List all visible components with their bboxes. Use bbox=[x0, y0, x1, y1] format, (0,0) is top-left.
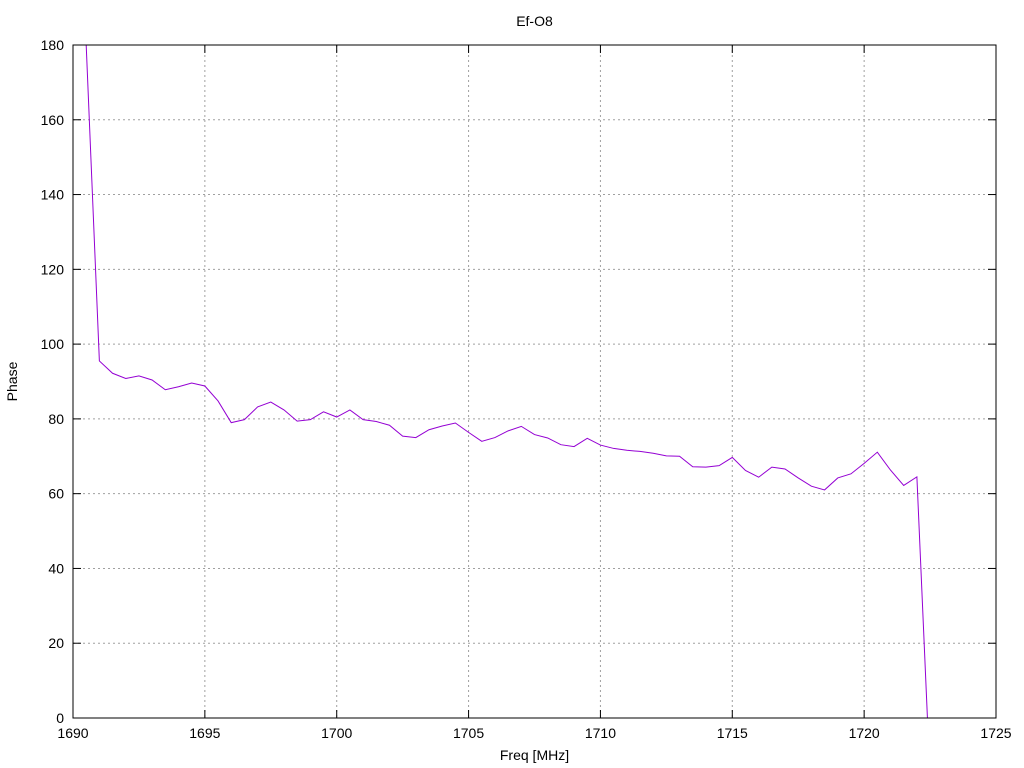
phase-chart: 1690 1695 1700 1705 1710 1715 1720 1725 0 20 40 60… bbox=[0, 0, 1024, 768]
x-tick-label: 1705 bbox=[453, 725, 484, 741]
chart-background bbox=[0, 0, 1024, 768]
y-tick-label: 100 bbox=[41, 336, 65, 352]
y-tick-label: 160 bbox=[41, 112, 65, 128]
y-tick-label: 180 bbox=[41, 37, 65, 53]
x-tick-label: 1710 bbox=[585, 725, 616, 741]
y-tick-label: 60 bbox=[48, 486, 64, 502]
y-tick-label: 20 bbox=[48, 635, 64, 651]
x-tick-label: 1695 bbox=[189, 725, 220, 741]
x-tick-label: 1715 bbox=[717, 725, 748, 741]
y-tick-label: 0 bbox=[56, 710, 64, 726]
x-axis-label: Freq [MHz] bbox=[500, 747, 569, 763]
x-tick-label: 1690 bbox=[57, 725, 88, 741]
chart-title: Ef-O8 bbox=[516, 13, 553, 29]
y-axis-label: Phase bbox=[4, 361, 20, 401]
y-tick-label: 140 bbox=[41, 187, 65, 203]
y-tick-label: 80 bbox=[48, 411, 64, 427]
x-tick-label: 1700 bbox=[321, 725, 352, 741]
x-tick-label: 1725 bbox=[980, 725, 1011, 741]
y-tick-label: 120 bbox=[41, 261, 65, 277]
y-tick-label: 40 bbox=[48, 560, 64, 576]
x-tick-label: 1720 bbox=[849, 725, 880, 741]
